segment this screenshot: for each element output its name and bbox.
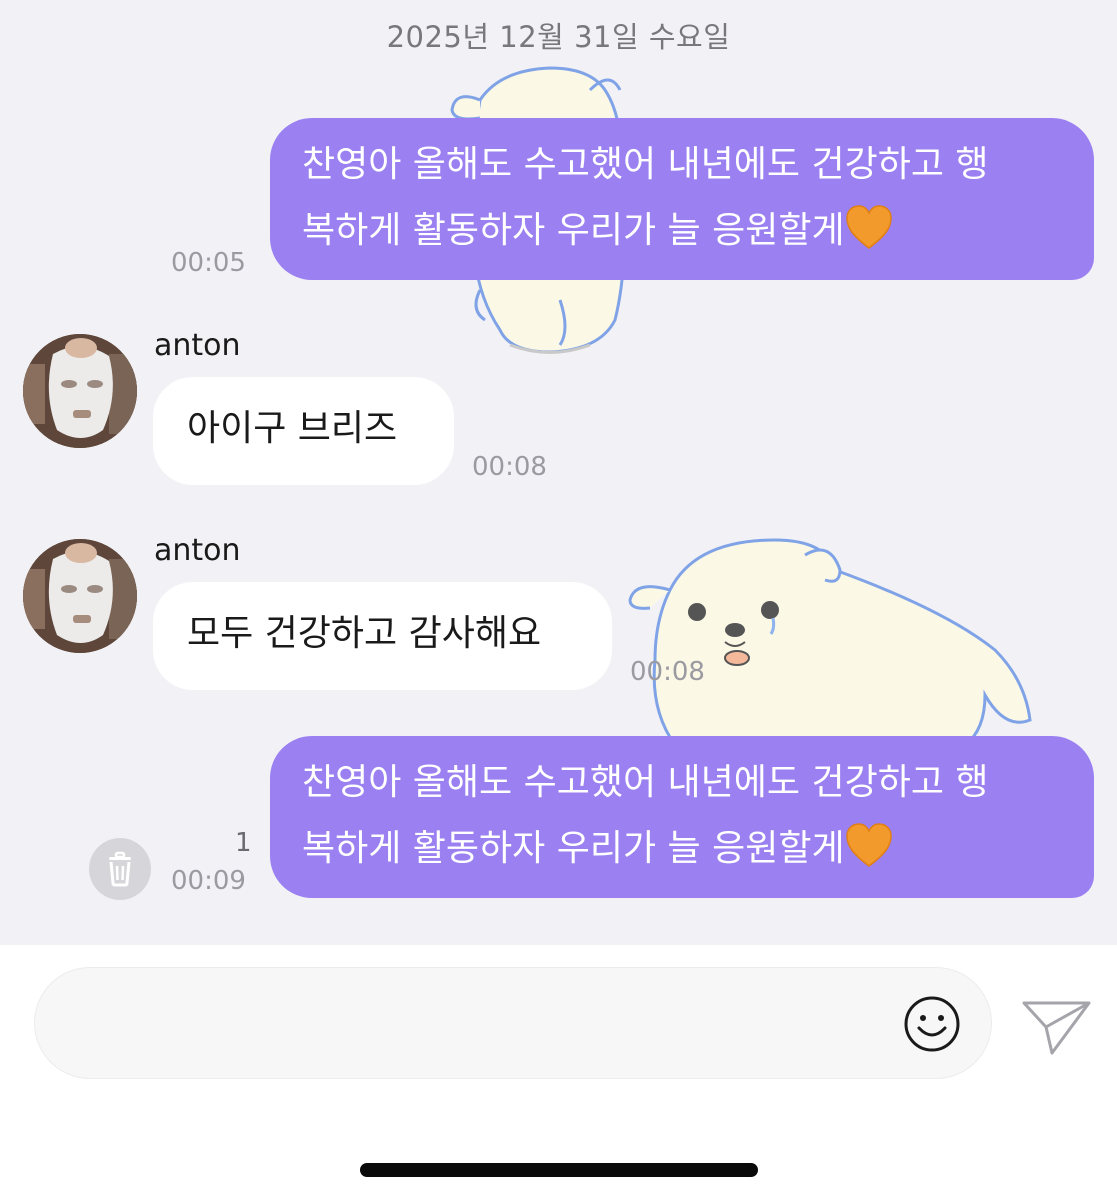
incoming-message-bubble[interactable]: 아이구 브리즈 [153, 377, 454, 485]
delete-message-button[interactable] [89, 838, 151, 900]
outgoing-message-bubble[interactable]: 찬영아 올해도 수고했어 내년에도 건강하고 행 복하게 활동하자 우리가 늘 … [270, 118, 1094, 280]
message-text-line: 찬영아 올해도 수고했어 내년에도 건강하고 행 [302, 762, 989, 803]
chat-area[interactable]: 2025년 12월 31일 수요일 00:05 찬영아 올해도 수고했어 내년에… [0, 0, 1117, 945]
message-text-line: 복하게 활동하자 우리가 늘 응원할게 [302, 198, 1064, 264]
message-time: 00:08 [472, 452, 547, 482]
incoming-message-bubble[interactable]: 모두 건강하고 감사해요 [153, 582, 612, 690]
message-text-line: 찬영아 올해도 수고했어 내년에도 건강하고 행 [302, 144, 989, 185]
orange-heart-icon [845, 823, 892, 867]
message-time: 00:08 [630, 657, 705, 687]
unread-count: 1 [235, 828, 252, 858]
avatar-photo [23, 539, 137, 653]
outgoing-message-bubble[interactable]: 찬영아 올해도 수고했어 내년에도 건강하고 행 복하게 활동하자 우리가 늘 … [270, 736, 1094, 898]
puppy-sticker-2 [628, 538, 1032, 747]
avatar-photo [23, 334, 137, 448]
orange-heart-icon [845, 205, 892, 249]
sender-name: anton [154, 533, 241, 568]
composer-bar [0, 945, 1117, 1200]
avatar[interactable] [23, 334, 137, 448]
message-text-line: 복하게 활동하자 우리가 늘 응원할게 [302, 816, 1064, 882]
avatar[interactable] [23, 539, 137, 653]
message-input[interactable] [34, 967, 992, 1079]
home-indicator [360, 1163, 758, 1177]
sender-name: anton [154, 328, 241, 363]
smiley-icon[interactable] [903, 995, 961, 1053]
date-header: 2025년 12월 31일 수요일 [386, 20, 731, 54]
trash-icon [109, 851, 131, 887]
message-time: 00:05 [171, 248, 246, 278]
paper-plane-icon[interactable] [1022, 997, 1092, 1057]
message-time: 00:09 [171, 866, 246, 896]
